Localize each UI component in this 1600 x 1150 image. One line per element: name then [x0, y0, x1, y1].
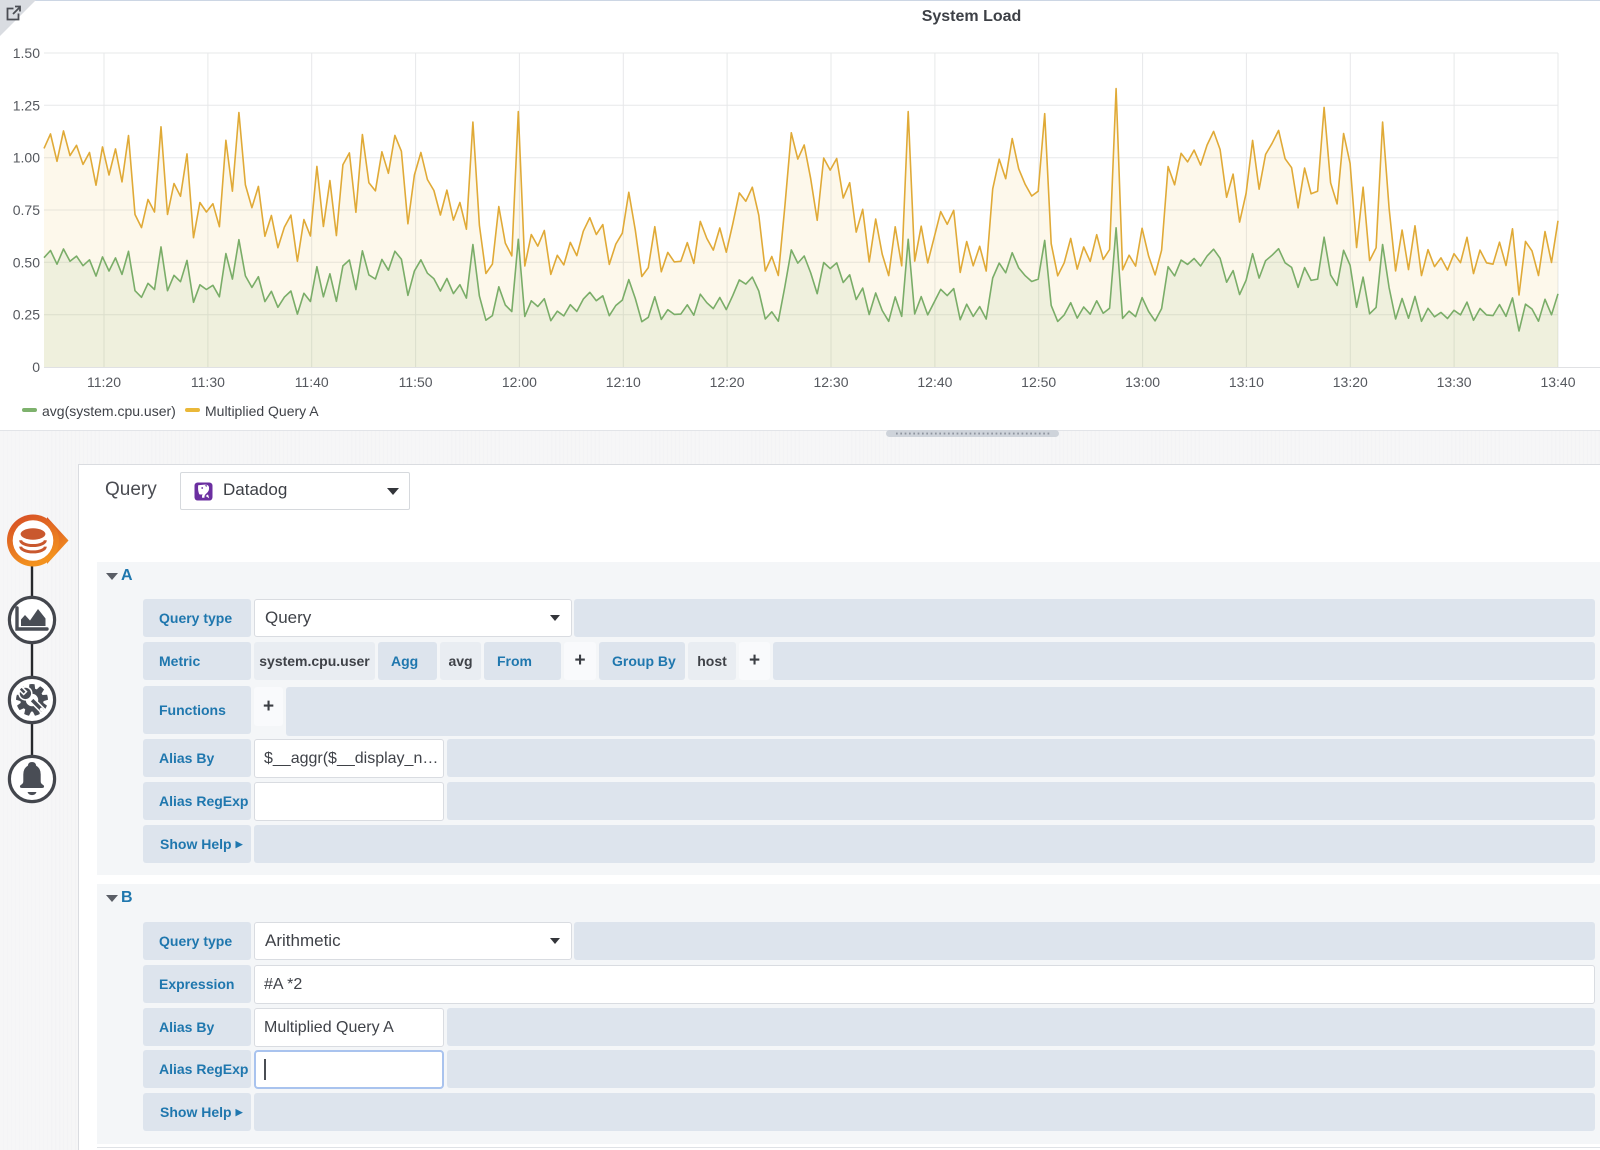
svg-text:11:20: 11:20 [87, 374, 121, 390]
svg-text:0.50: 0.50 [13, 254, 40, 270]
svg-text:11:50: 11:50 [399, 374, 433, 390]
svg-text:12:50: 12:50 [1021, 374, 1056, 390]
svg-text:12:00: 12:00 [502, 374, 537, 390]
svg-text:0: 0 [32, 359, 40, 375]
svg-text:13:20: 13:20 [1333, 374, 1368, 390]
svg-text:12:30: 12:30 [813, 374, 848, 390]
svg-text:13:10: 13:10 [1229, 374, 1264, 390]
svg-text:12:40: 12:40 [917, 374, 952, 390]
svg-text:1.50: 1.50 [13, 45, 40, 61]
svg-text:1.25: 1.25 [13, 97, 40, 113]
svg-text:13:30: 13:30 [1437, 374, 1472, 390]
svg-text:0.25: 0.25 [13, 307, 40, 323]
svg-text:12:20: 12:20 [710, 374, 745, 390]
svg-text:13:00: 13:00 [1125, 374, 1160, 390]
svg-text:11:40: 11:40 [295, 374, 329, 390]
svg-text:1.00: 1.00 [13, 150, 40, 166]
svg-text:12:10: 12:10 [606, 374, 641, 390]
svg-text:13:40: 13:40 [1540, 374, 1575, 390]
svg-text:11:30: 11:30 [191, 374, 225, 390]
svg-text:0.75: 0.75 [13, 202, 40, 218]
